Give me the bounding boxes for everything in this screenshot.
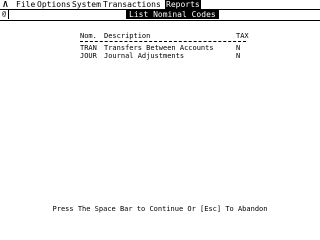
header-code: Nom. [80,32,97,40]
row-code: TRAN [80,44,97,52]
menu-transactions[interactable]: Transactions [102,0,162,9]
window-title-bar: @ List Nominal Codes [0,10,320,21]
header-description: Description [104,32,151,40]
nominal-codes-table: Nom. Description TAX TRAN Transfers Betw… [80,32,249,60]
header-tax: TAX [236,32,249,40]
report-content: Nom. Description TAX TRAN Transfers Betw… [0,21,320,213]
table-header-row: Nom. Description TAX [80,32,249,40]
menu-options[interactable]: Options [36,0,72,9]
menu-system[interactable]: System [71,0,102,9]
window-title: List Nominal Codes [126,10,219,19]
close-box-icon[interactable]: @ [0,10,9,19]
menu-bar: Λ File Options System Transactions Repor… [0,0,320,10]
table-row: TRAN Transfers Between Accounts N [80,44,246,52]
header-divider [80,41,246,42]
menu-file[interactable]: File [15,0,36,9]
row-tax: N [236,44,241,52]
table-row: JOUR Journal Adjustments N [80,52,246,60]
row-code: JOUR [80,52,97,60]
row-description: Transfers Between Accounts [104,44,214,52]
row-tax: N [236,52,241,60]
row-description: Journal Adjustments [104,52,185,60]
menu-reports[interactable]: Reports [165,0,201,9]
continue-prompt: Press The Space Bar to Continue Or [Esc]… [52,205,268,213]
app-logo-icon[interactable]: Λ [3,0,8,9]
